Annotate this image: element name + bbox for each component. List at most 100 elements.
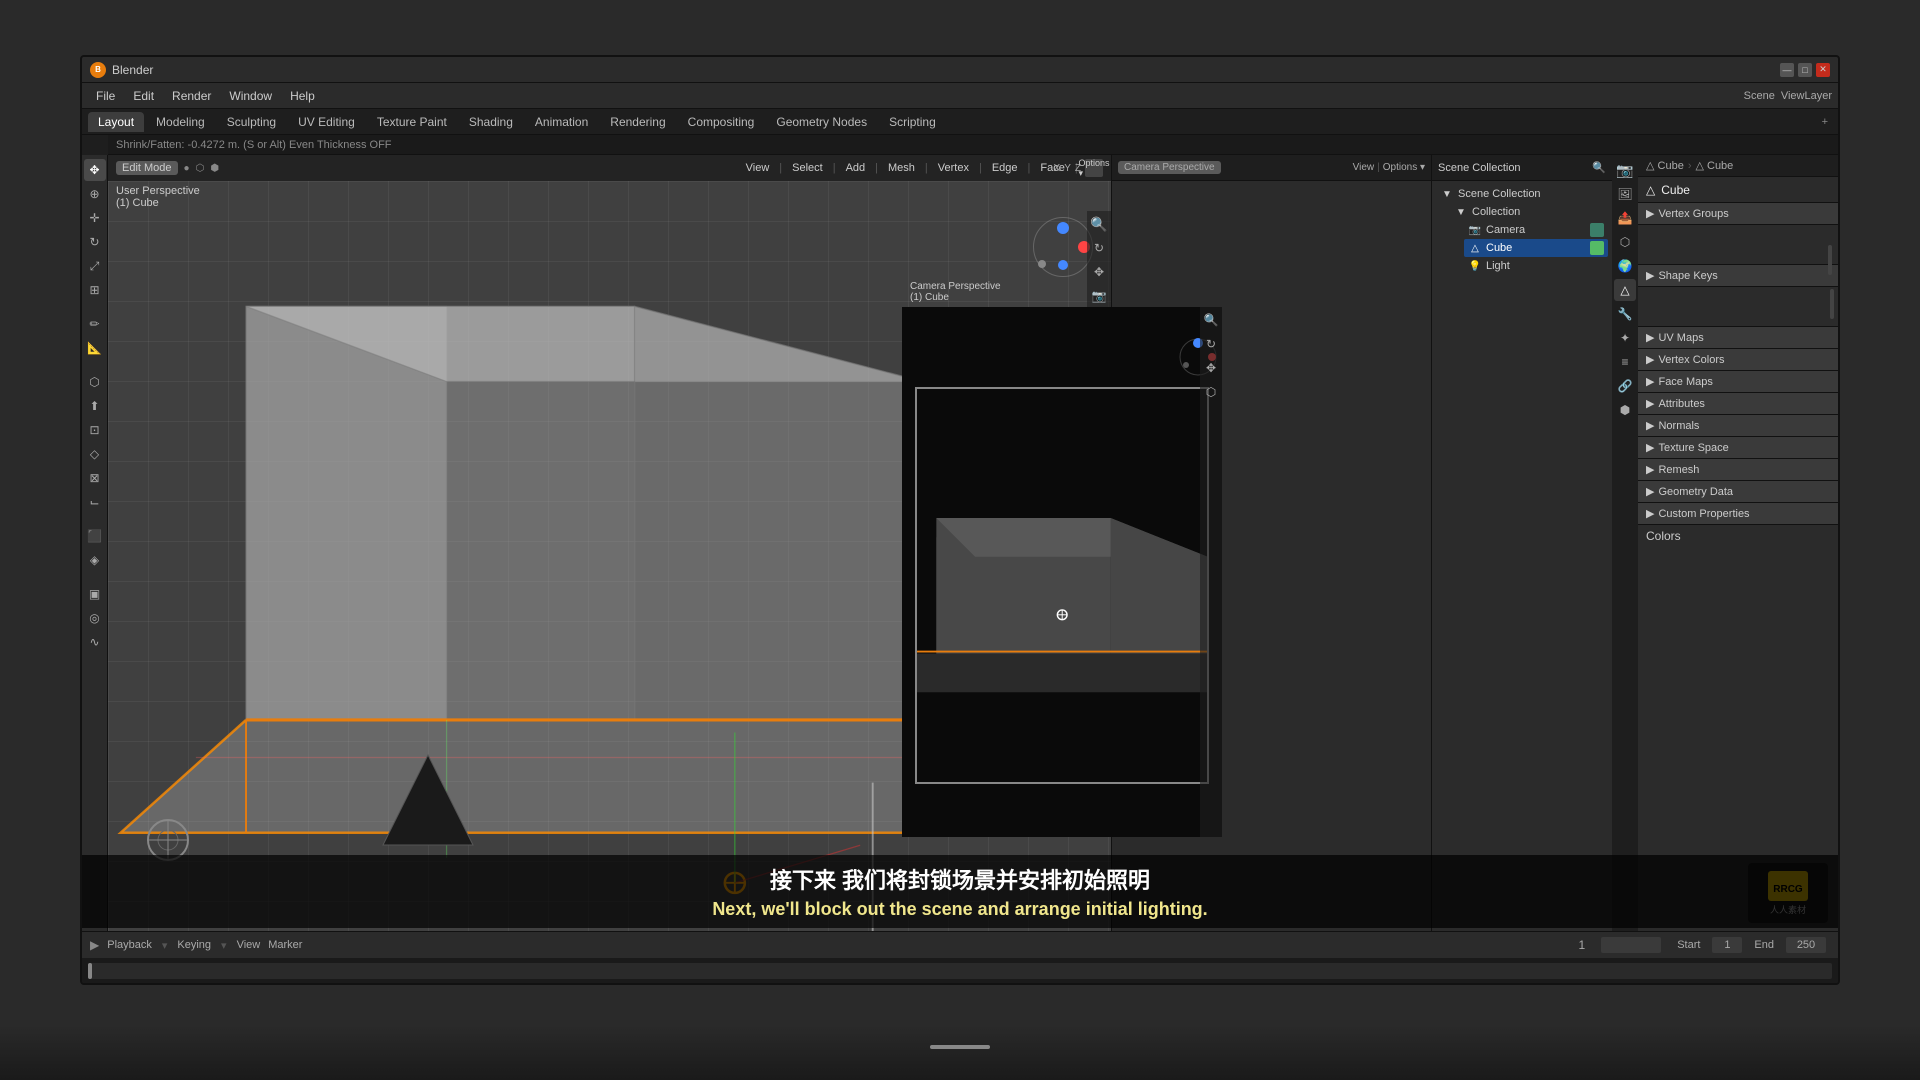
normals-header[interactable]: ▶ Normals	[1638, 415, 1838, 436]
vertex-colors-header[interactable]: ▶ Vertex Colors	[1638, 349, 1838, 370]
props-physics-icon[interactable]: ≡	[1614, 351, 1636, 373]
tool-move[interactable]: ✛	[84, 207, 106, 229]
tool-push-pull[interactable]: ⬛	[84, 525, 106, 547]
props-object-data-icon[interactable]: △	[1614, 279, 1636, 301]
viewport-edge-menu[interactable]: Edge	[992, 162, 1018, 174]
props-constraints-icon[interactable]: 🔗	[1614, 375, 1636, 397]
timeline-scrubber[interactable]	[88, 963, 1832, 979]
tool-randomize[interactable]: ∿	[84, 631, 106, 653]
tab-shading[interactable]: Shading	[459, 112, 523, 132]
texture-space-header[interactable]: ▶ Texture Space	[1638, 437, 1838, 458]
viewport-overlay-btn[interactable]: ●	[184, 163, 190, 174]
tool-shear[interactable]: ◈	[84, 549, 106, 571]
tab-texture-paint[interactable]: Texture Paint	[367, 112, 457, 132]
viewport-shading-btn[interactable]: ⬡	[196, 163, 205, 174]
tab-rendering[interactable]: Rendering	[600, 112, 675, 132]
viewport-shading-solid[interactable]: ⬢	[210, 163, 219, 174]
props-render-icon[interactable]: 🖼	[1614, 183, 1636, 205]
cam-zoom[interactable]: 🔍	[1200, 309, 1222, 331]
vertex-groups-header[interactable]: ▶ Vertex Groups	[1638, 203, 1838, 224]
tool-scale[interactable]: ⤢	[84, 255, 106, 277]
maximize-button[interactable]: □	[1798, 63, 1812, 77]
tool-inset[interactable]: ⊡	[84, 419, 106, 441]
breadcrumb-cube-1[interactable]: △ Cube	[1646, 159, 1684, 172]
shape-keys-header[interactable]: ▶ Shape Keys	[1638, 265, 1838, 286]
search-icon[interactable]: 🔍	[1592, 161, 1606, 174]
menu-window[interactable]: Window	[221, 87, 280, 105]
geometry-data-header[interactable]: ▶ Geometry Data	[1638, 481, 1838, 502]
tab-modeling[interactable]: Modeling	[146, 112, 215, 132]
view-label[interactable]: View	[237, 939, 261, 951]
close-button[interactable]: ✕	[1816, 63, 1830, 77]
tab-animation[interactable]: Animation	[525, 112, 598, 132]
cam-perspective[interactable]: ⬡	[1200, 381, 1222, 403]
tool-add-mesh[interactable]: ⬡	[84, 371, 106, 393]
tree-item-scene-collection[interactable]: ▼ Scene Collection	[1436, 185, 1608, 203]
viewport-mesh-menu[interactable]: Mesh	[888, 162, 915, 174]
start-value[interactable]: 1	[1712, 937, 1742, 953]
tree-item-light[interactable]: 💡 Light	[1464, 257, 1608, 275]
keying-label[interactable]: Keying	[177, 939, 211, 951]
frame-input[interactable]	[1601, 937, 1661, 953]
props-scene-icon[interactable]: 📷	[1614, 159, 1636, 181]
custom-properties-header[interactable]: ▶ Custom Properties	[1638, 503, 1838, 524]
menu-edit[interactable]: Edit	[125, 87, 162, 105]
props-output-icon[interactable]: 📤	[1614, 207, 1636, 229]
props-view-layer-icon[interactable]: ⬡	[1614, 231, 1636, 253]
tool-measure[interactable]: 📐	[84, 337, 106, 359]
tool-bevel[interactable]: ◇	[84, 443, 106, 465]
menu-render[interactable]: Render	[164, 87, 219, 105]
rv-view[interactable]: View	[1353, 162, 1375, 173]
camera-viewport-canvas[interactable]: 🔍 ↻ ✥ ⬡	[902, 307, 1222, 837]
props-material-icon[interactable]: ⬢	[1614, 399, 1636, 421]
vg-scrollbar[interactable]	[1828, 245, 1832, 275]
face-maps-header[interactable]: ▶ Face Maps	[1638, 371, 1838, 392]
cam-pan[interactable]: ✥	[1200, 357, 1222, 379]
viewport-select-menu[interactable]: Select	[792, 162, 823, 174]
camera-view-tool[interactable]: 📷	[1088, 285, 1110, 307]
options-dropdown[interactable]: Options ▾	[1085, 159, 1103, 177]
viewport-vertex-menu[interactable]: Vertex	[938, 162, 969, 174]
tree-item-camera[interactable]: 📷 Camera	[1464, 221, 1608, 239]
menu-help[interactable]: Help	[282, 87, 323, 105]
cam-orbit[interactable]: ↻	[1200, 333, 1222, 355]
tool-extrude[interactable]: ⬆	[84, 395, 106, 417]
end-value[interactable]: 250	[1786, 937, 1826, 953]
tool-rotate[interactable]: ↻	[84, 231, 106, 253]
tool-knife[interactable]: ⌙	[84, 491, 106, 513]
edit-mode-badge[interactable]: Edit Mode	[116, 161, 178, 175]
tab-uv-editing[interactable]: UV Editing	[288, 112, 365, 132]
tool-transform[interactable]: ⊞	[84, 279, 106, 301]
tool-edge-slide[interactable]: ▣	[84, 583, 106, 605]
breadcrumb-cube-2[interactable]: △ Cube	[1695, 159, 1733, 172]
minimize-button[interactable]: —	[1780, 63, 1794, 77]
tool-select[interactable]: ✥	[84, 159, 106, 181]
add-workspace-btn[interactable]: +	[1818, 116, 1832, 128]
tool-loop-cut[interactable]: ⊠	[84, 467, 106, 489]
pan-tool[interactable]: ✥	[1088, 261, 1110, 283]
camera-mode-badge[interactable]: Camera Perspective	[1118, 161, 1221, 174]
tree-item-cube[interactable]: △ Cube	[1464, 239, 1608, 257]
tab-geometry-nodes[interactable]: Geometry Nodes	[766, 112, 877, 132]
playback-icon[interactable]: ▶	[90, 938, 99, 952]
tool-cursor[interactable]: ⊕	[84, 183, 106, 205]
orbit-tool[interactable]: ↻	[1088, 237, 1110, 259]
sk-scrollbar[interactable]	[1830, 289, 1834, 319]
marker-label[interactable]: Marker	[268, 939, 302, 951]
tree-item-collection[interactable]: ▼ Collection	[1450, 203, 1608, 221]
remesh-header[interactable]: ▶ Remesh	[1638, 459, 1838, 480]
props-modifier-icon[interactable]: 🔧	[1614, 303, 1636, 325]
zoom-tool[interactable]: 🔍	[1088, 213, 1110, 235]
menu-file[interactable]: File	[88, 87, 123, 105]
uv-maps-header[interactable]: ▶ UV Maps	[1638, 327, 1838, 348]
tool-shrink-fatten[interactable]: ◎	[84, 607, 106, 629]
tab-layout[interactable]: Layout	[88, 112, 144, 132]
tab-compositing[interactable]: Compositing	[678, 112, 765, 132]
props-scene-settings-icon[interactable]: 🌍	[1614, 255, 1636, 277]
props-particles-icon[interactable]: ✦	[1614, 327, 1636, 349]
playback-label[interactable]: Playback	[107, 939, 152, 951]
rv-options[interactable]: Options ▾	[1383, 162, 1425, 173]
tab-sculpting[interactable]: Sculpting	[217, 112, 286, 132]
attributes-header[interactable]: ▶ Attributes	[1638, 393, 1838, 414]
viewport-view-menu[interactable]: View	[746, 162, 770, 174]
